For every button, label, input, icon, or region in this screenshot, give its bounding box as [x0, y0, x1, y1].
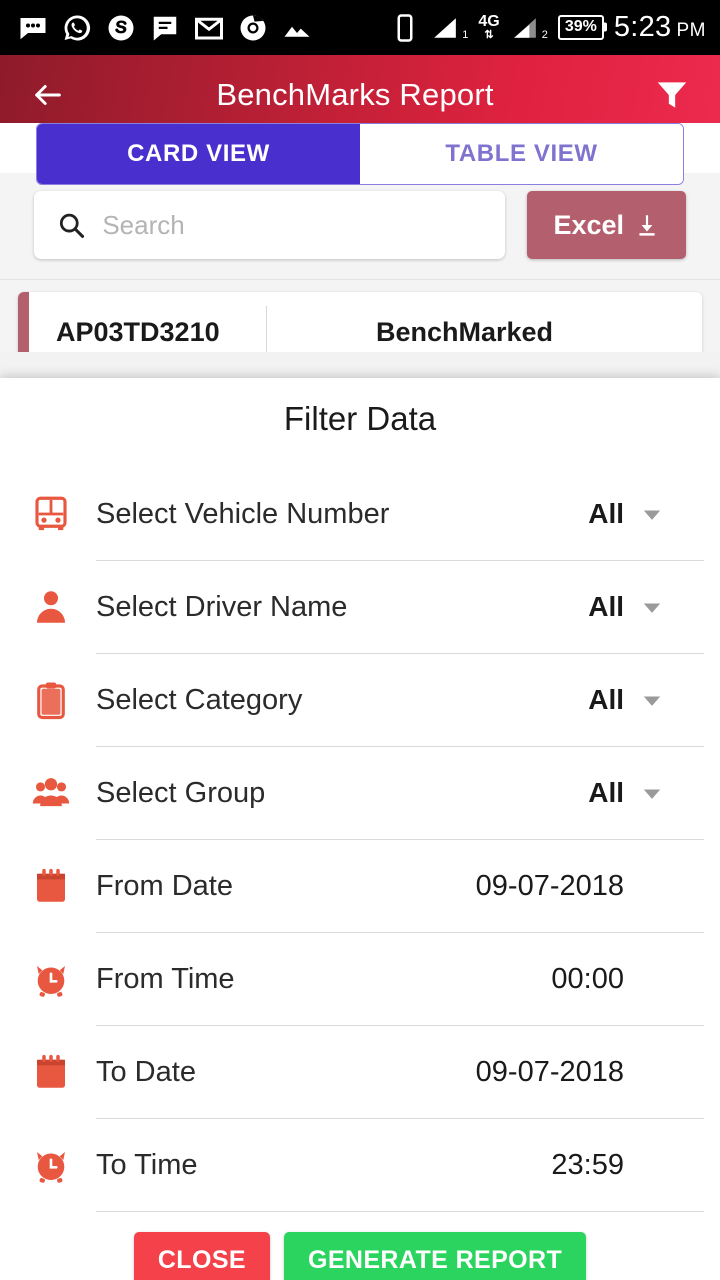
- filter-row-label: Select Driver Name: [96, 590, 348, 623]
- generate-report-button[interactable]: GENERATE REPORT: [283, 1232, 587, 1280]
- filter-row-label: To Date: [96, 1055, 196, 1088]
- chevron-down-icon: [643, 789, 661, 799]
- row-icon-wrap: [30, 1144, 96, 1186]
- sim1-label: 1: [462, 28, 469, 41]
- status-bar: 1 4G ⇅ 2 39% 5:23 PM: [0, 0, 720, 55]
- row-icon-wrap: [30, 772, 96, 814]
- filter-row-value: All: [588, 498, 624, 529]
- dropdown-toggle[interactable]: [624, 686, 680, 714]
- filter-row-to-date[interactable]: To Date 09-07-2018: [0, 1026, 720, 1118]
- group-icon: [32, 778, 70, 807]
- filter-row-label: Select Vehicle Number: [96, 497, 390, 530]
- filter-row-select-driver-name[interactable]: Select Driver Name All: [0, 561, 720, 653]
- filter-row-select-group[interactable]: Select Group All: [0, 747, 720, 839]
- excel-button-label: Excel: [553, 209, 624, 240]
- filter-row-value: 00:00: [551, 962, 624, 995]
- filter-dialog-actions: CLOSE GENERATE REPORT: [0, 1212, 720, 1280]
- chevron-down-icon: [643, 696, 661, 706]
- excel-export-button[interactable]: Excel: [527, 191, 686, 259]
- chrome-icon: [240, 15, 266, 40]
- filter-row-select-vehicle-number[interactable]: Select Vehicle Number All: [0, 468, 720, 560]
- tab-table-view[interactable]: TABLE VIEW: [360, 124, 683, 184]
- dropdown-toggle[interactable]: [624, 500, 680, 528]
- network-type-icon: 4G ⇅: [478, 14, 499, 41]
- filter-row-from-date[interactable]: From Date 09-07-2018: [0, 840, 720, 932]
- row-icon-wrap: [30, 958, 96, 1000]
- filter-row-label: To Time: [96, 1148, 198, 1181]
- chevron-down-icon: [643, 603, 661, 613]
- skype-icon: [108, 15, 134, 40]
- battery-indicator: 39%: [557, 15, 604, 40]
- card-list: AP03TD3210 BenchMarked: [0, 280, 720, 352]
- row-icon-wrap: [30, 586, 96, 628]
- tab-card-view[interactable]: CARD VIEW: [37, 124, 360, 184]
- dropdown-toggle[interactable]: [624, 779, 680, 807]
- page-title: BenchMarks Report: [216, 77, 494, 112]
- clock-time: 5:23: [613, 11, 672, 43]
- signal-sim1-icon: 1: [430, 15, 468, 41]
- download-icon: [639, 215, 655, 236]
- calendar-icon: [37, 1054, 65, 1088]
- bus-icon: [35, 496, 67, 531]
- network-type-label: 4G: [478, 13, 500, 30]
- filter-row-select-category[interactable]: Select Category All: [0, 654, 720, 746]
- filter-button[interactable]: [646, 76, 698, 114]
- view-tabs: CARD VIEW TABLE VIEW: [0, 123, 720, 185]
- search-icon: [59, 213, 85, 238]
- row-icon-wrap: [30, 493, 96, 535]
- row-icon-wrap: [30, 865, 96, 907]
- filter-row-from-time[interactable]: From Time 00:00: [0, 933, 720, 1025]
- data-arrows-icon: ⇅: [484, 29, 494, 41]
- list-item[interactable]: AP03TD3210 BenchMarked: [18, 292, 702, 352]
- card-vehicle-id: AP03TD3210: [56, 316, 220, 347]
- filter-row-value: 23:59: [551, 1148, 624, 1181]
- filter-row-label: From Date: [96, 869, 233, 902]
- gallery-icon: [284, 26, 310, 37]
- clock-ampm: PM: [676, 20, 706, 41]
- alarm-icon: [37, 1152, 65, 1183]
- filter-row-value: All: [588, 777, 624, 808]
- gmail-icon: [195, 17, 223, 39]
- app-screen: 1 4G ⇅ 2 39% 5:23 PM BenchMarks Report C…: [0, 0, 720, 1280]
- filter-row-label: Select Category: [96, 683, 303, 716]
- filter-row-value: All: [588, 684, 624, 715]
- status-bar-system-icons: 1 4G ⇅ 2 39% 5:23 PM: [390, 11, 706, 44]
- filter-row-value: 09-07-2018: [475, 1055, 624, 1088]
- filter-row-to-time[interactable]: To Time 23:59: [0, 1119, 720, 1211]
- filter-row-label: From Time: [96, 962, 235, 995]
- sim2-label: 2: [541, 28, 548, 41]
- clock: 5:23 PM: [614, 11, 706, 44]
- phone-icon: [397, 13, 413, 42]
- chat-icon: [153, 16, 177, 40]
- close-button[interactable]: CLOSE: [133, 1232, 270, 1280]
- filter-row-label: Select Group: [96, 776, 266, 809]
- dropdown-toggle[interactable]: [624, 593, 680, 621]
- filter-dialog: Filter Data Select Vehicle Number All Sele…: [0, 378, 720, 1280]
- row-icon-wrap: [30, 679, 96, 721]
- person-icon: [37, 591, 65, 623]
- filter-dialog-title: Filter Data: [283, 400, 437, 437]
- filter-row-value: 09-07-2018: [475, 869, 624, 902]
- alarm-icon: [37, 966, 65, 997]
- search-input[interactable]: [102, 209, 484, 241]
- filter-row-list: Select Vehicle Number All Select Driver Na…: [0, 458, 720, 1212]
- signal-sim2-icon: 2: [510, 15, 548, 41]
- chevron-down-icon: [643, 510, 661, 520]
- card-status: BenchMarked: [375, 316, 554, 347]
- filter-row-value: All: [588, 591, 624, 622]
- search-field[interactable]: [34, 191, 506, 259]
- messages-icon: [20, 17, 46, 39]
- row-icon-wrap: [30, 1051, 96, 1093]
- clipboard-icon: [37, 682, 65, 720]
- calendar-icon: [37, 868, 65, 902]
- filter-funnel-icon: [657, 82, 687, 108]
- status-bar-notification-icons: [18, 13, 390, 43]
- search-toolbar: Excel: [0, 173, 720, 280]
- whatsapp-icon: [64, 14, 91, 40]
